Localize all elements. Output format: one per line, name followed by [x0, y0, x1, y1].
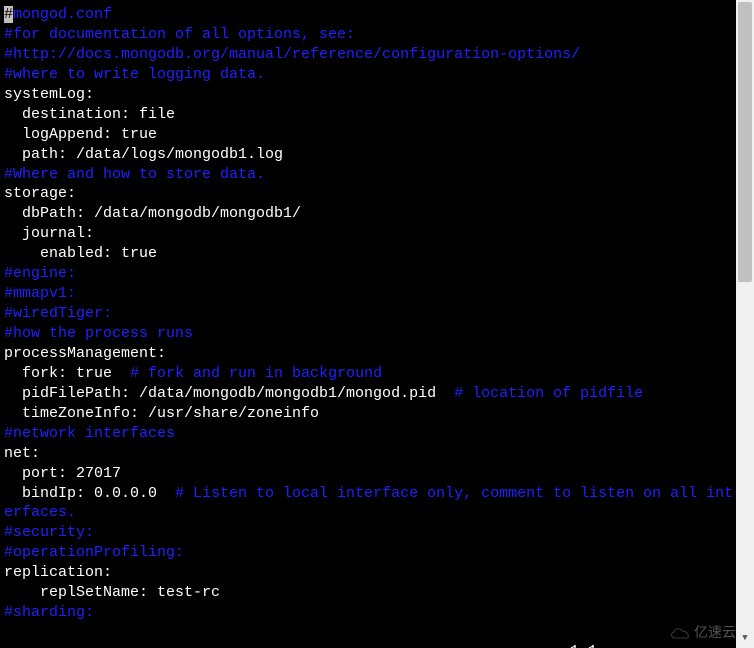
code-text: journal:: [4, 225, 94, 242]
scrollbar-thumb[interactable]: [738, 2, 752, 282]
code-text: enabled: true: [4, 245, 157, 262]
comment-text: mongod.conf: [13, 6, 112, 23]
comment-text: # location of pidfile: [454, 385, 643, 402]
code-line[interactable]: path: /data/logs/mongodb1.log: [4, 145, 732, 165]
code-line[interactable]: #how the process runs: [4, 324, 732, 344]
code-line[interactable]: journal:: [4, 224, 732, 244]
terminal-editor[interactable]: #mongod.conf#for documentation of all op…: [0, 0, 736, 648]
comment-text: #sharding:: [4, 604, 94, 621]
code-line[interactable]: #network interfaces: [4, 424, 732, 444]
code-line[interactable]: #mmapv1:: [4, 284, 732, 304]
code-line[interactable]: enabled: true: [4, 244, 732, 264]
comment-text: # fork and run in background: [130, 365, 382, 382]
code-line[interactable]: #mongod.conf: [4, 5, 732, 25]
comment-text: #operationProfiling:: [4, 544, 184, 561]
code-line[interactable]: processManagement:: [4, 344, 732, 364]
code-line[interactable]: dbPath: /data/mongodb/mongodb1/: [4, 204, 732, 224]
code-line[interactable]: #where to write logging data.: [4, 65, 732, 85]
code-text: pidFilePath: /data/mongodb/mongodb1/mong…: [4, 385, 454, 402]
code-text: port: 27017: [4, 465, 121, 482]
code-line[interactable]: #for documentation of all options, see:: [4, 25, 732, 45]
cursor: #: [4, 6, 13, 23]
code-line[interactable]: #wiredTiger:: [4, 304, 732, 324]
cloud-icon: [670, 626, 690, 640]
comment-text: #wiredTiger:: [4, 305, 112, 322]
comment-text: #security:: [4, 524, 94, 541]
code-line[interactable]: timeZoneInfo: /usr/share/zoneinfo: [4, 404, 732, 424]
scrollbar-track[interactable]: ▲ ▼: [736, 0, 754, 648]
comment-text: #network interfaces: [4, 425, 175, 442]
code-line[interactable]: erfaces.: [4, 503, 732, 523]
comment-text: erfaces.: [4, 504, 76, 521]
code-line[interactable]: replSetName: test-rc: [4, 583, 732, 603]
comment-text: #engine:: [4, 265, 76, 282]
code-text: processManagement:: [4, 345, 166, 362]
comment-text: #for documentation of all options, see:: [4, 26, 355, 43]
code-text: replSetName: test-rc: [4, 584, 220, 601]
scroll-down-arrow-icon[interactable]: ▼: [736, 630, 754, 648]
comment-text: #how the process runs: [4, 325, 193, 342]
code-text: logAppend: true: [4, 126, 157, 143]
file-content[interactable]: #mongod.conf#for documentation of all op…: [4, 5, 732, 623]
code-text: destination: file: [4, 106, 175, 123]
code-text: systemLog:: [4, 86, 94, 103]
code-text: replication:: [4, 564, 112, 581]
code-line[interactable]: #operationProfiling:: [4, 543, 732, 563]
watermark: 亿速云: [670, 623, 736, 642]
comment-text: #mmapv1:: [4, 285, 76, 302]
code-line[interactable]: pidFilePath: /data/mongodb/mongodb1/mong…: [4, 384, 732, 404]
comment-text: # Listen to local interface only, commen…: [175, 485, 733, 502]
code-line[interactable]: bindIp: 0.0.0.0 # Listen to local interf…: [4, 484, 732, 504]
code-line[interactable]: #http://docs.mongodb.org/manual/referenc…: [4, 45, 732, 65]
code-line[interactable]: storage:: [4, 184, 732, 204]
comment-text: #http://docs.mongodb.org/manual/referenc…: [4, 46, 580, 63]
cursor-position: 1,1: [570, 642, 597, 648]
code-text: fork: true: [4, 365, 130, 382]
code-line[interactable]: #engine:: [4, 264, 732, 284]
code-line[interactable]: net:: [4, 444, 732, 464]
code-text: timeZoneInfo: /usr/share/zoneinfo: [4, 405, 319, 422]
code-line[interactable]: #Where and how to store data.: [4, 165, 732, 185]
watermark-text: 亿速云: [694, 623, 736, 642]
code-line[interactable]: systemLog:: [4, 85, 732, 105]
comment-text: #where to write logging data.: [4, 66, 265, 83]
comment-text: #Where and how to store data.: [4, 166, 265, 183]
code-text: bindIp: 0.0.0.0: [4, 485, 175, 502]
code-line[interactable]: fork: true # fork and run in background: [4, 364, 732, 384]
code-text: dbPath: /data/mongodb/mongodb1/: [4, 205, 301, 222]
code-line[interactable]: replication:: [4, 563, 732, 583]
code-line[interactable]: #security:: [4, 523, 732, 543]
code-line[interactable]: #sharding:: [4, 603, 732, 623]
code-line[interactable]: logAppend: true: [4, 125, 732, 145]
code-line[interactable]: destination: file: [4, 105, 732, 125]
code-text: storage:: [4, 185, 76, 202]
code-text: path: /data/logs/mongodb1.log: [4, 146, 283, 163]
code-text: net:: [4, 445, 40, 462]
code-line[interactable]: port: 27017: [4, 464, 732, 484]
